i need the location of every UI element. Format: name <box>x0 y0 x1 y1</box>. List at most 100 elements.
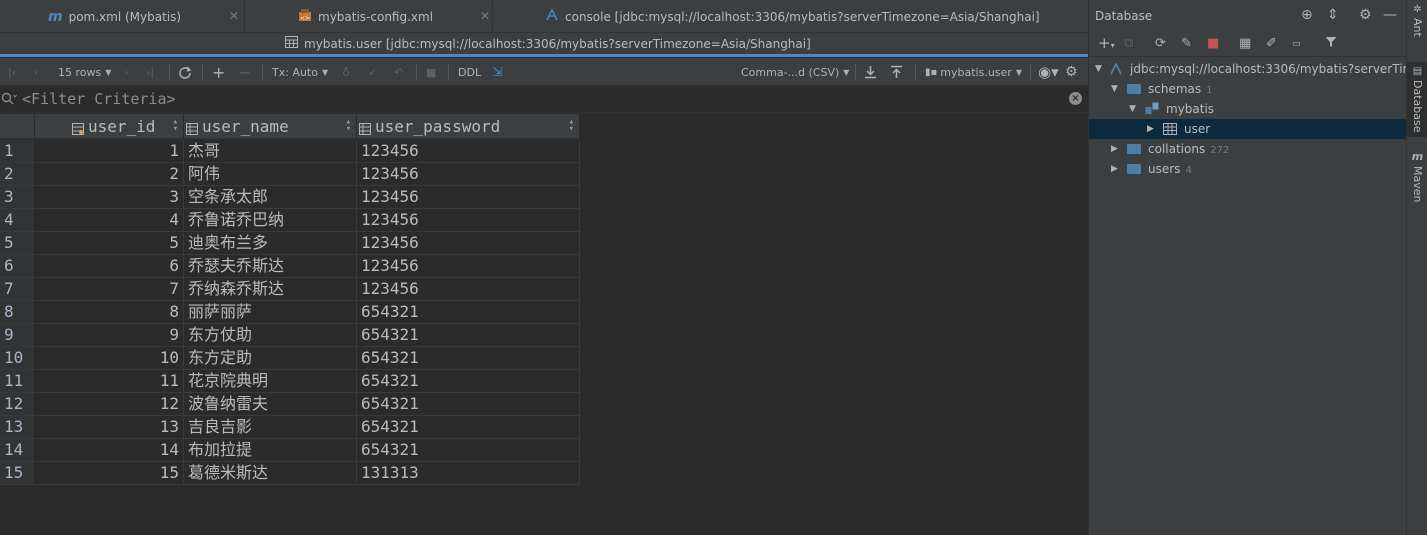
tree-node-user-table[interactable]: ▶ user <box>1089 119 1407 139</box>
view-options-icon[interactable]: ◉▾ <box>1038 63 1059 81</box>
sort-arrows-icon[interactable]: ▴ ▾ <box>173 118 178 134</box>
tree-node-schemas[interactable]: ▼ schemas 1 <box>1089 79 1407 99</box>
cell-user-name[interactable]: 吉良吉影 <box>184 416 357 439</box>
expand-arrow-icon[interactable]: ▶ <box>1111 164 1118 174</box>
column-header-user-id[interactable]: user_id ▴ ▾ <box>35 114 184 139</box>
filter-criteria-input[interactable]: <Filter Criteria> <box>22 90 176 108</box>
cell-user-password[interactable]: 654321 <box>357 324 580 347</box>
stop-icon[interactable]: ■ <box>1207 36 1219 51</box>
cell-user-name[interactable]: 阿伟 <box>184 163 357 186</box>
side-tab-ant[interactable]: ✲ Ant <box>1407 4 1427 37</box>
cell-user-password[interactable]: 654321 <box>357 301 580 324</box>
cell-user-id[interactable]: 15 <box>35 462 184 485</box>
collapse-icon[interactable]: ⇕ <box>1327 7 1339 23</box>
cell-user-password[interactable]: 654321 <box>357 347 580 370</box>
cell-user-name[interactable]: 布加拉提 <box>184 439 357 462</box>
cell-user-password[interactable]: 131313 <box>357 462 580 485</box>
expand-arrow-icon[interactable]: ▼ <box>1111 84 1118 94</box>
column-header-user-name[interactable]: user_name ▴ ▾ <box>184 114 357 139</box>
minimize-icon[interactable]: — <box>1383 7 1397 23</box>
cell-user-name[interactable]: 花京院典明 <box>184 370 357 393</box>
compare-icon[interactable]: ⇲ <box>492 63 503 81</box>
properties-icon[interactable]: ✎ <box>1181 36 1192 51</box>
filter-bar[interactable]: <Filter Criteria> × <box>0 86 1088 113</box>
rollback-icon[interactable]: ↶ <box>394 63 403 81</box>
cell-user-name[interactable]: 丽萨丽萨 <box>184 301 357 324</box>
tab-pom-xml[interactable]: m pom.xml (Mybatis) ✕ <box>48 0 244 33</box>
cell-user-password[interactable]: 123456 <box>357 163 580 186</box>
rows-count-selector[interactable]: 15 rows ▼ <box>58 63 111 81</box>
next-page-icon[interactable]: › <box>124 63 128 81</box>
cell-user-id[interactable]: 1 <box>35 140 184 163</box>
crosshair-icon[interactable]: ⊕ <box>1301 7 1313 23</box>
cell-user-password[interactable]: 654321 <box>357 370 580 393</box>
cell-user-id[interactable]: 10 <box>35 347 184 370</box>
ddl-button[interactable]: DDL <box>458 63 481 81</box>
edit-icon[interactable]: ✐ <box>1266 36 1277 51</box>
tx-mode-selector[interactable]: Tx: Auto ▼ <box>272 63 328 81</box>
tab-console[interactable]: console [jdbc:mysql://localhost:3306/myb… <box>545 0 1080 33</box>
cell-user-id[interactable]: 4 <box>35 209 184 232</box>
prev-page-icon[interactable]: ‹ <box>34 63 38 81</box>
cell-user-name[interactable]: 乔纳森乔斯达 <box>184 278 357 301</box>
sort-arrows-icon[interactable]: ▴ ▾ <box>346 118 351 134</box>
expand-arrow-icon[interactable]: ▶ <box>1111 144 1118 154</box>
refresh-icon[interactable] <box>178 63 192 81</box>
sort-arrows-icon[interactable]: ▴ ▾ <box>569 118 574 134</box>
tab-mybatis-user[interactable]: mybatis.user [jdbc:mysql://localhost:330… <box>285 33 811 54</box>
cell-user-id[interactable]: 5 <box>35 232 184 255</box>
side-tab-database[interactable]: ▤ Database <box>1407 62 1427 137</box>
stop-icon[interactable]: ■ <box>426 63 436 81</box>
cell-user-password[interactable]: 123456 <box>357 255 580 278</box>
expand-arrow-icon[interactable]: ▼ <box>1095 64 1102 74</box>
cell-user-name[interactable]: 空条承太郎 <box>184 186 357 209</box>
console-sql-icon[interactable]: ▭ <box>1292 39 1301 49</box>
cell-user-name[interactable]: 杰哥 <box>184 140 357 163</box>
cell-user-password[interactable]: 123456 <box>357 209 580 232</box>
cell-user-password[interactable]: 654321 <box>357 393 580 416</box>
cell-user-id[interactable]: 11 <box>35 370 184 393</box>
cell-user-password[interactable]: 123456 <box>357 278 580 301</box>
pin-icon[interactable]: ♁ <box>342 63 350 81</box>
add-row-icon[interactable]: + <box>212 63 225 82</box>
first-page-icon[interactable]: |‹ <box>8 63 16 81</box>
cell-user-name[interactable]: 东方仗助 <box>184 324 357 347</box>
column-header-user-password[interactable]: user_password ▴ ▾ <box>357 114 580 139</box>
cell-user-password[interactable]: 654321 <box>357 416 580 439</box>
remove-row-icon[interactable]: − <box>238 63 251 82</box>
cell-user-id[interactable]: 8 <box>35 301 184 324</box>
commit-icon[interactable]: ✓ <box>368 63 377 81</box>
cell-user-password[interactable]: 123456 <box>357 186 580 209</box>
side-tab-maven[interactable]: m Maven <box>1407 150 1427 202</box>
cell-user-id[interactable]: 9 <box>35 324 184 347</box>
filter-icon[interactable] <box>1325 36 1337 52</box>
tree-node-users[interactable]: ▶ users 4 <box>1089 159 1407 179</box>
gear-icon[interactable]: ⚙ <box>1359 7 1372 23</box>
cell-user-id[interactable]: 12 <box>35 393 184 416</box>
last-page-icon[interactable]: ›| <box>146 63 154 81</box>
tree-node-mybatis[interactable]: ▼ mybatis <box>1089 99 1407 119</box>
cell-user-id[interactable]: 13 <box>35 416 184 439</box>
cell-user-id[interactable]: 6 <box>35 255 184 278</box>
tree-node-collations[interactable]: ▶ collations 272 <box>1089 139 1407 159</box>
refresh-icon[interactable]: ⟳ <box>1155 36 1166 51</box>
cell-user-password[interactable]: 123456 <box>357 140 580 163</box>
cell-user-name[interactable]: 东方定助 <box>184 347 357 370</box>
cell-user-name[interactable]: 迪奥布兰多 <box>184 232 357 255</box>
expand-arrow-icon[interactable]: ▼ <box>1129 104 1136 114</box>
table-view-icon[interactable]: ▦ <box>1239 36 1251 51</box>
tab-mybatis-config[interactable]: <> mybatis-config.xml ✕ <box>298 0 492 33</box>
cell-user-name[interactable]: 波鲁纳雷夫 <box>184 393 357 416</box>
cell-user-name[interactable]: 葛德米斯达 <box>184 462 357 485</box>
add-datasource-icon[interactable]: +▾ <box>1098 34 1115 52</box>
cell-user-password[interactable]: 123456 <box>357 232 580 255</box>
gear-icon[interactable]: ⚙ <box>1065 63 1078 81</box>
schema-selector[interactable]: ▮▪ mybatis.user ▼ <box>925 63 1022 81</box>
export-icon[interactable] <box>864 63 877 81</box>
cell-user-id[interactable]: 3 <box>35 186 184 209</box>
copy-icon[interactable]: ⧉ <box>1124 36 1133 51</box>
tree-node-connection[interactable]: ▼ jdbc:mysql://localhost:3306/mybatis?se… <box>1089 59 1422 79</box>
close-icon[interactable]: ✕ <box>480 9 490 23</box>
export-format-selector[interactable]: Comma-...d (CSV) ▼ <box>741 63 849 81</box>
cell-user-id[interactable]: 14 <box>35 439 184 462</box>
